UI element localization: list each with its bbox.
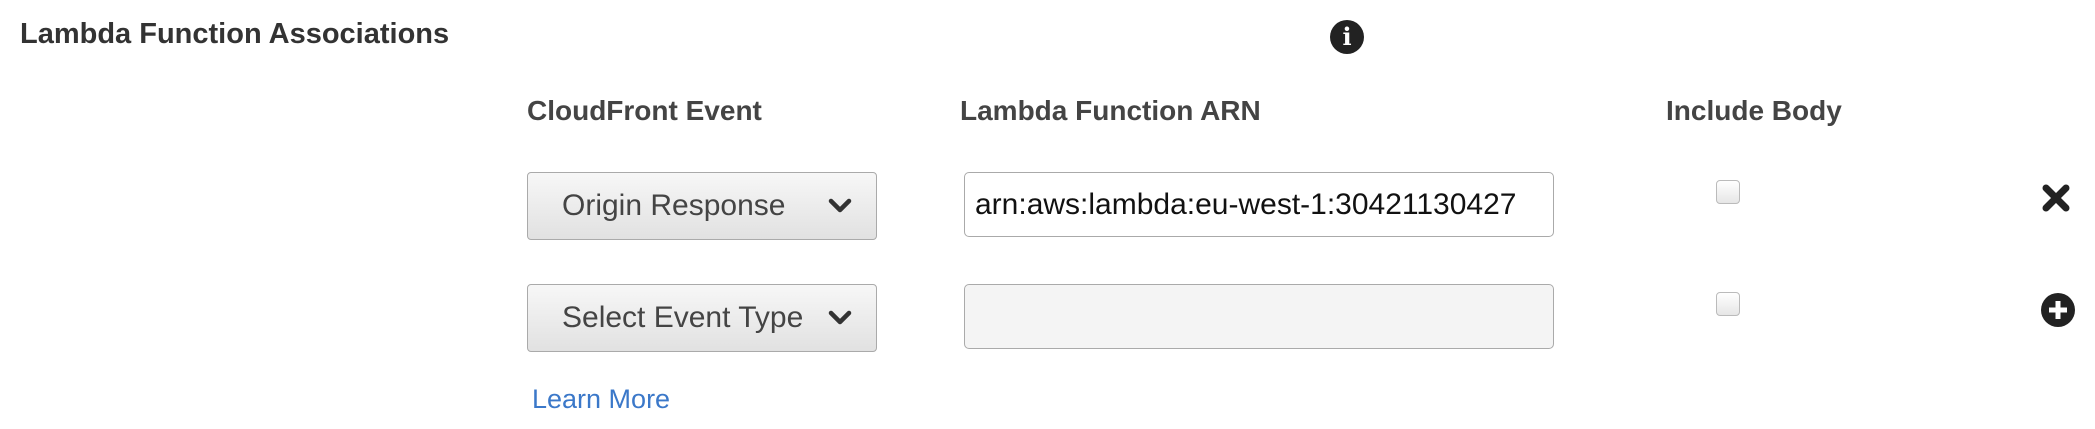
lambda-arn-input[interactable] xyxy=(964,172,1554,237)
chevron-down-icon xyxy=(828,310,852,325)
event-type-select-value: Origin Response xyxy=(562,189,786,222)
column-header-lambda-arn: Lambda Function ARN xyxy=(960,95,1261,126)
include-body-checkbox[interactable] xyxy=(1716,180,1740,204)
lambda-arn-input[interactable] xyxy=(964,284,1554,349)
learn-more-link[interactable]: Learn More xyxy=(532,384,670,415)
column-header-cloudfront-event: CloudFront Event xyxy=(527,95,762,126)
event-type-select[interactable]: Origin Response xyxy=(527,172,877,240)
plus-circle-icon[interactable] xyxy=(2040,292,2076,328)
include-body-checkbox[interactable] xyxy=(1716,292,1740,316)
column-header-include-body: Include Body xyxy=(1666,95,1842,126)
chevron-down-icon xyxy=(828,198,852,213)
close-icon[interactable] xyxy=(2040,182,2072,214)
info-icon[interactable]: i xyxy=(1330,20,1364,54)
section-title: Lambda Function Associations xyxy=(20,18,450,50)
event-type-select[interactable]: Select Event Type xyxy=(527,284,877,352)
event-type-select-value: Select Event Type xyxy=(562,301,804,334)
